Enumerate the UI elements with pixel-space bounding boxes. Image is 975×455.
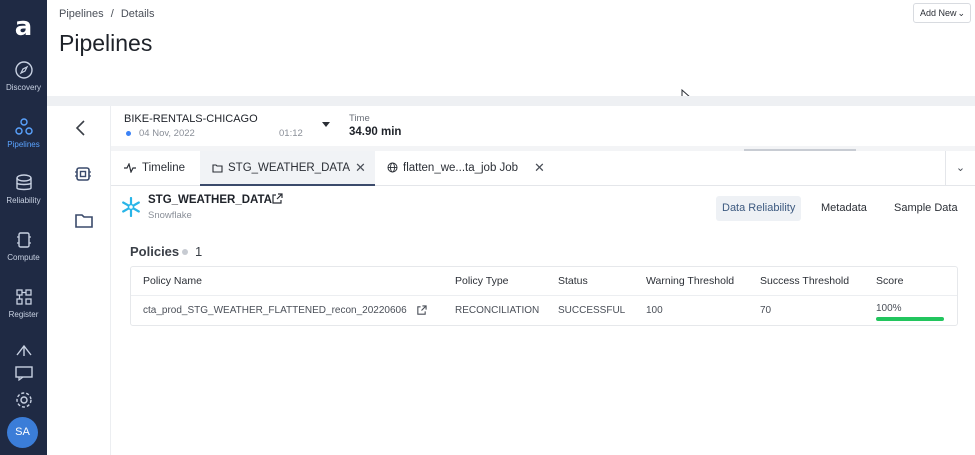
page-title: Pipelines xyxy=(59,30,153,56)
chat-icon xyxy=(14,366,33,381)
tab-label: STG_WEATHER_DATA xyxy=(228,162,351,174)
status-dot xyxy=(126,131,131,136)
column-header-status[interactable]: Status xyxy=(558,275,588,287)
policies-table: Policy Name Policy Type Status Warning T… xyxy=(130,266,958,326)
breadcrumb-separator: / xyxy=(110,8,114,20)
folder-icon[interactable] xyxy=(74,211,94,229)
duration-value: 34.90 min xyxy=(349,126,402,138)
upload-cloud-button[interactable] xyxy=(0,342,47,358)
avatar[interactable]: SA xyxy=(7,417,38,448)
sidebar-item-discovery[interactable]: Discovery xyxy=(0,60,47,92)
policies-title: Policies xyxy=(130,244,180,259)
column-header-policy-type[interactable]: Policy Type xyxy=(455,275,509,287)
score-bar xyxy=(876,317,944,321)
sidebar-item-register[interactable]: Register xyxy=(0,287,47,319)
tool-column xyxy=(47,106,111,455)
pipeline-name: BIKE-RENTALS-CHICAGO xyxy=(124,113,258,125)
activity-icon xyxy=(124,162,136,173)
asset-name: STG_WEATHER_DATA xyxy=(148,194,272,206)
sidebar-item-label: Register xyxy=(8,310,39,319)
score-cell: 100% xyxy=(876,303,902,314)
success-threshold-cell: 70 xyxy=(760,305,772,316)
chevron-down-icon: ⌄ xyxy=(957,8,965,18)
chevron-down-icon: ⌄ xyxy=(955,162,966,174)
register-icon xyxy=(15,289,32,305)
header-divider xyxy=(47,96,975,106)
pipeline-time: 01:12 xyxy=(279,128,303,139)
folder-icon xyxy=(212,164,223,173)
settings-button[interactable] xyxy=(0,390,47,410)
compass-icon xyxy=(14,61,33,79)
warning-threshold-cell: 100 xyxy=(646,305,663,316)
view-metadata[interactable]: Metadata xyxy=(815,196,873,221)
sidebar-item-label: Reliability xyxy=(6,196,41,205)
status-cell: SUCCESSFUL xyxy=(558,305,626,316)
policy-name-link[interactable]: cta_prod_STG_WEATHER_FLATTENED_recon_202… xyxy=(143,305,407,316)
sidebar: a Discovery Pipelines Reliability Comput… xyxy=(0,0,47,455)
pipeline-run-dropdown[interactable] xyxy=(322,122,330,127)
column-header-policy-name[interactable]: Policy Name xyxy=(143,275,202,287)
column-header-warning-threshold[interactable]: Warning Threshold xyxy=(646,275,734,287)
policies-separator-dot xyxy=(182,249,188,255)
tab-stg-weather-data[interactable]: STG_WEATHER_DATA ✕ xyxy=(200,151,375,186)
breadcrumb: Pipelines / Details xyxy=(59,8,158,20)
sidebar-item-label: Discovery xyxy=(5,83,42,92)
globe-icon xyxy=(387,162,398,173)
sidebar-item-reliability[interactable]: Reliability xyxy=(0,173,47,205)
column-header-score[interactable]: Score xyxy=(876,275,903,287)
view-sample-data[interactable]: Sample Data xyxy=(888,196,964,221)
app-logo[interactable]: a xyxy=(0,12,47,42)
tab-label: flatten_we...ta_job Job xyxy=(403,162,519,174)
sidebar-item-label: Compute xyxy=(7,253,40,262)
view-data-reliability[interactable]: Data Reliability xyxy=(716,196,802,221)
breadcrumb-current: Details xyxy=(120,8,155,20)
column-header-success-threshold[interactable]: Success Threshold xyxy=(760,275,849,287)
breadcrumb-root[interactable]: Pipelines xyxy=(59,8,104,20)
policies-count: 1 xyxy=(195,244,203,259)
chip-icon xyxy=(16,232,31,248)
database-icon xyxy=(15,174,32,191)
chat-button[interactable] xyxy=(0,365,47,381)
add-new-button[interactable]: Add New ⌄ xyxy=(913,3,971,23)
back-arrow-icon[interactable] xyxy=(74,119,88,137)
gear-icon xyxy=(15,392,32,408)
upload-cloud-icon xyxy=(15,344,32,356)
sidebar-item-label: Pipelines xyxy=(7,140,40,149)
snowflake-icon xyxy=(122,197,140,217)
asset-source: Snowflake xyxy=(148,210,192,221)
pipeline-date: 04 Nov, 2022 xyxy=(139,128,195,139)
header-separator xyxy=(131,295,957,296)
tab-flatten-job[interactable]: flatten_we...ta_job Job ✕ xyxy=(387,151,567,186)
tabs-overflow-button[interactable]: ⌄ xyxy=(945,151,975,186)
duration-label: Time xyxy=(349,113,370,124)
pipelines-icon xyxy=(14,118,33,135)
tab-timeline[interactable]: Timeline xyxy=(123,151,203,186)
chip-icon[interactable] xyxy=(74,165,92,183)
sidebar-item-compute[interactable]: Compute xyxy=(0,230,47,262)
tab-bar: Timeline STG_WEATHER_DATA ✕ flatten_we..… xyxy=(111,151,975,186)
sidebar-item-pipelines[interactable]: Pipelines xyxy=(0,117,47,149)
external-link-icon[interactable] xyxy=(416,305,427,316)
external-link-icon[interactable] xyxy=(271,193,283,205)
close-icon[interactable]: ✕ xyxy=(534,151,545,185)
close-icon[interactable]: ✕ xyxy=(355,151,366,185)
add-new-label: Add New xyxy=(920,8,957,18)
tab-label: Timeline xyxy=(142,162,186,174)
policy-type-cell: RECONCILIATION xyxy=(455,305,540,316)
